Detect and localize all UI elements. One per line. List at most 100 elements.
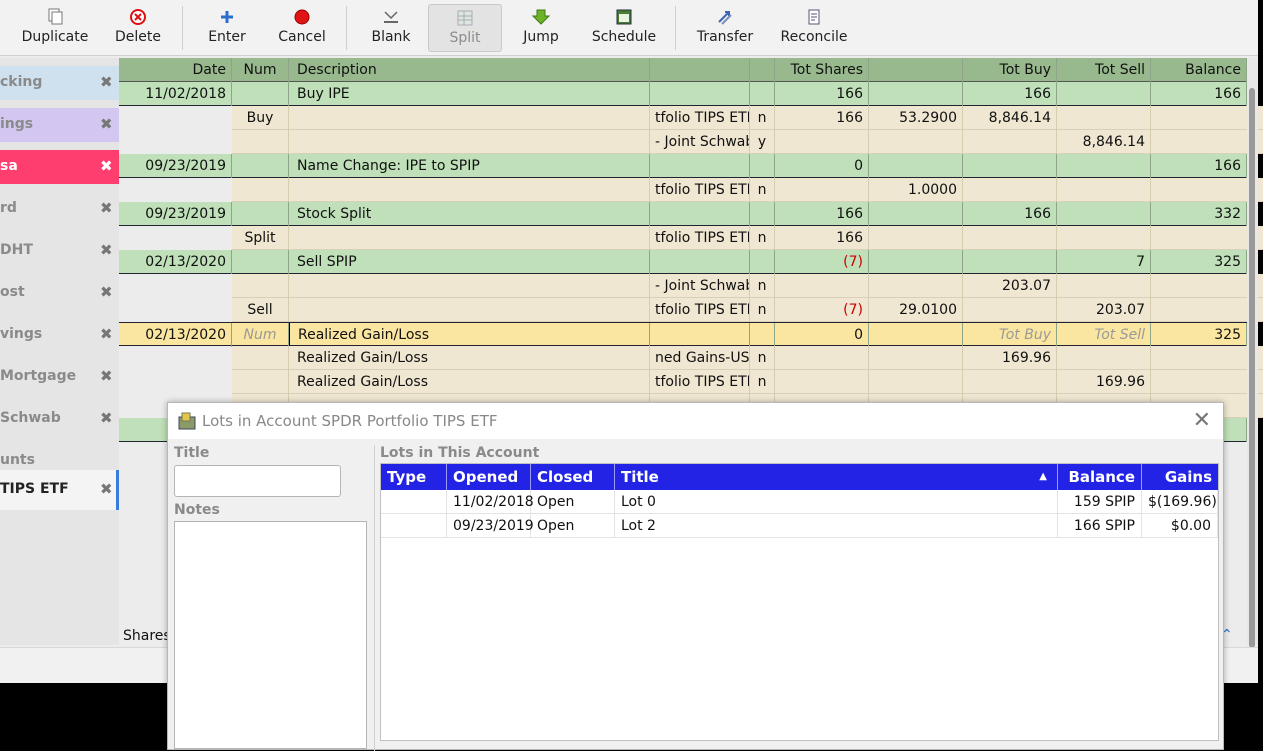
cell-date[interactable]: 09/23/2019: [119, 202, 232, 226]
cell-rec[interactable]: [750, 202, 775, 226]
cell-price[interactable]: 53.2900: [869, 106, 963, 130]
split-row[interactable]: Buy tfolio TIPS ETF n 166 53.2900 8,846.14: [232, 106, 1263, 130]
cell-sell[interactable]: Tot Sell: [1057, 323, 1151, 347]
cell-rec[interactable]: [750, 323, 775, 347]
split-row[interactable]: Split tfolio TIPS ETF n 166: [232, 226, 1263, 250]
cell-sell[interactable]: [1057, 82, 1151, 106]
cell-shares[interactable]: [775, 370, 869, 394]
cell-rec[interactable]: [750, 82, 775, 106]
cell-sell[interactable]: 8,846.14: [1057, 130, 1151, 154]
transaction-row[interactable]: 09/23/2019 Name Change: IPE to SPIP 0 166: [119, 154, 1247, 178]
cell-shares[interactable]: 166: [775, 202, 869, 226]
cell-rec[interactable]: n: [750, 226, 775, 250]
cell-sell[interactable]: [1057, 154, 1151, 178]
cell-sell[interactable]: [1057, 274, 1151, 298]
cell-num[interactable]: Num: [232, 323, 289, 347]
transaction-row[interactable]: 11/02/2018 Buy IPE 166 166 166: [119, 82, 1247, 106]
cell-acct[interactable]: tfolio TIPS ETF: [650, 226, 750, 250]
cell-rec[interactable]: [750, 154, 775, 178]
column-header-reconciled[interactable]: [750, 58, 775, 82]
column-header-date[interactable]: Date: [119, 58, 232, 82]
cell-sell[interactable]: [1057, 178, 1151, 202]
notes-textarea[interactable]: [174, 521, 367, 749]
duplicate-button[interactable]: Duplicate: [14, 4, 96, 52]
cell-buy[interactable]: [963, 130, 1057, 154]
lots-column-gains[interactable]: Gains: [1142, 464, 1218, 490]
cell-buy[interactable]: 166: [963, 202, 1057, 226]
account-tab[interactable]: Schwab ✖: [0, 402, 119, 436]
cell-num[interactable]: [232, 370, 289, 394]
account-tab[interactable]: sa ✖: [0, 150, 119, 184]
cell-shares[interactable]: 166: [775, 226, 869, 250]
cell-rec[interactable]: [750, 250, 775, 274]
cell-price[interactable]: 1.0000: [869, 178, 963, 202]
lots-column-title[interactable]: Title ▲: [615, 464, 1058, 490]
split-row[interactable]: - Joint Schwab y 8,846.14: [232, 130, 1263, 154]
account-tab[interactable]: ings ✖: [0, 108, 119, 142]
cell-desc[interactable]: Sell SPIP: [289, 250, 650, 274]
cell-shares[interactable]: [775, 346, 869, 370]
cell-price[interactable]: [869, 202, 963, 226]
cell-desc[interactable]: [289, 298, 650, 322]
cell-acct[interactable]: - Joint Schwab: [650, 130, 750, 154]
lots-column-closed[interactable]: Closed: [531, 464, 615, 490]
cell-num[interactable]: [232, 154, 289, 178]
cell-num[interactable]: [232, 178, 289, 202]
cell-price[interactable]: [869, 370, 963, 394]
split-row[interactable]: Realized Gain/Loss tfolio TIPS ETF n 169.96: [232, 370, 1263, 394]
cell-acct[interactable]: - Joint Schwab: [650, 274, 750, 298]
column-header-description[interactable]: Description: [289, 58, 650, 82]
transaction-row[interactable]: 02/13/2020 Sell SPIP (7) 7 325: [119, 250, 1247, 274]
column-header-account[interactable]: [650, 58, 750, 82]
cell-bal[interactable]: 332: [1151, 202, 1247, 226]
cell-sell[interactable]: 169.96: [1057, 370, 1151, 394]
close-tab-icon[interactable]: ✖: [100, 283, 113, 301]
split-row[interactable]: Realized Gain/Loss ned Gains-USD n 169.96: [232, 346, 1263, 370]
delete-button[interactable]: Delete: [104, 4, 172, 52]
cell-acct[interactable]: tfolio TIPS ETF: [650, 298, 750, 322]
cancel-button[interactable]: Cancel: [270, 4, 334, 52]
register-scrollbar[interactable]: [1247, 58, 1258, 648]
cell-acct[interactable]: tfolio TIPS ETF: [650, 178, 750, 202]
blank-button[interactable]: Blank: [358, 4, 424, 52]
cell-desc[interactable]: [289, 178, 650, 202]
transfer-button[interactable]: Transfer: [688, 4, 762, 52]
reconcile-button[interactable]: Reconcile: [772, 4, 856, 52]
cell-buy[interactable]: 166: [963, 82, 1057, 106]
cell-date[interactable]: 02/13/2020: [119, 250, 232, 274]
lot-row[interactable]: 09/23/2019 Open Lot 2 166 SPIP $0.00: [381, 514, 1218, 538]
cell-buy[interactable]: 203.07: [963, 274, 1057, 298]
cell-price[interactable]: [869, 323, 963, 347]
cell-buy[interactable]: [963, 370, 1057, 394]
column-header-num[interactable]: Num: [232, 58, 289, 82]
cell-date[interactable]: 09/23/2019: [119, 154, 232, 178]
account-tab[interactable]: Mortgage ✖: [0, 360, 119, 394]
column-header-tot-shares[interactable]: Tot Shares: [775, 58, 869, 82]
cell-bal[interactable]: 325: [1151, 250, 1247, 274]
column-header-tot-sell[interactable]: Tot Sell: [1057, 58, 1151, 82]
close-tab-icon[interactable]: ✖: [100, 325, 113, 343]
account-tab[interactable]: ost ✖: [0, 276, 119, 310]
jump-button[interactable]: Jump: [510, 4, 572, 52]
close-tab-icon[interactable]: ✖: [100, 115, 113, 133]
cell-rec[interactable]: y: [750, 130, 775, 154]
cell-acct[interactable]: [650, 154, 750, 178]
account-tab[interactable]: TIPS ETF ✖: [0, 470, 119, 510]
cell-num[interactable]: Split: [232, 226, 289, 250]
cell-num[interactable]: [232, 346, 289, 370]
cell-buy[interactable]: [963, 298, 1057, 322]
cell-bal[interactable]: 166: [1151, 154, 1247, 178]
account-tab[interactable]: vings ✖: [0, 318, 119, 352]
enter-button[interactable]: Enter: [196, 4, 258, 52]
schedule-button[interactable]: Schedule: [584, 4, 664, 52]
column-header-balance[interactable]: Balance: [1151, 58, 1247, 82]
cell-desc[interactable]: [289, 130, 650, 154]
cell-price[interactable]: [869, 130, 963, 154]
cell-sell[interactable]: [1057, 346, 1151, 370]
split-button[interactable]: Split: [428, 4, 502, 52]
cell-rec[interactable]: n: [750, 178, 775, 202]
cell-sell[interactable]: [1057, 226, 1151, 250]
split-row[interactable]: - Joint Schwab n 203.07: [232, 274, 1263, 298]
cell-num[interactable]: [232, 130, 289, 154]
scrollbar-thumb[interactable]: [1249, 88, 1255, 648]
